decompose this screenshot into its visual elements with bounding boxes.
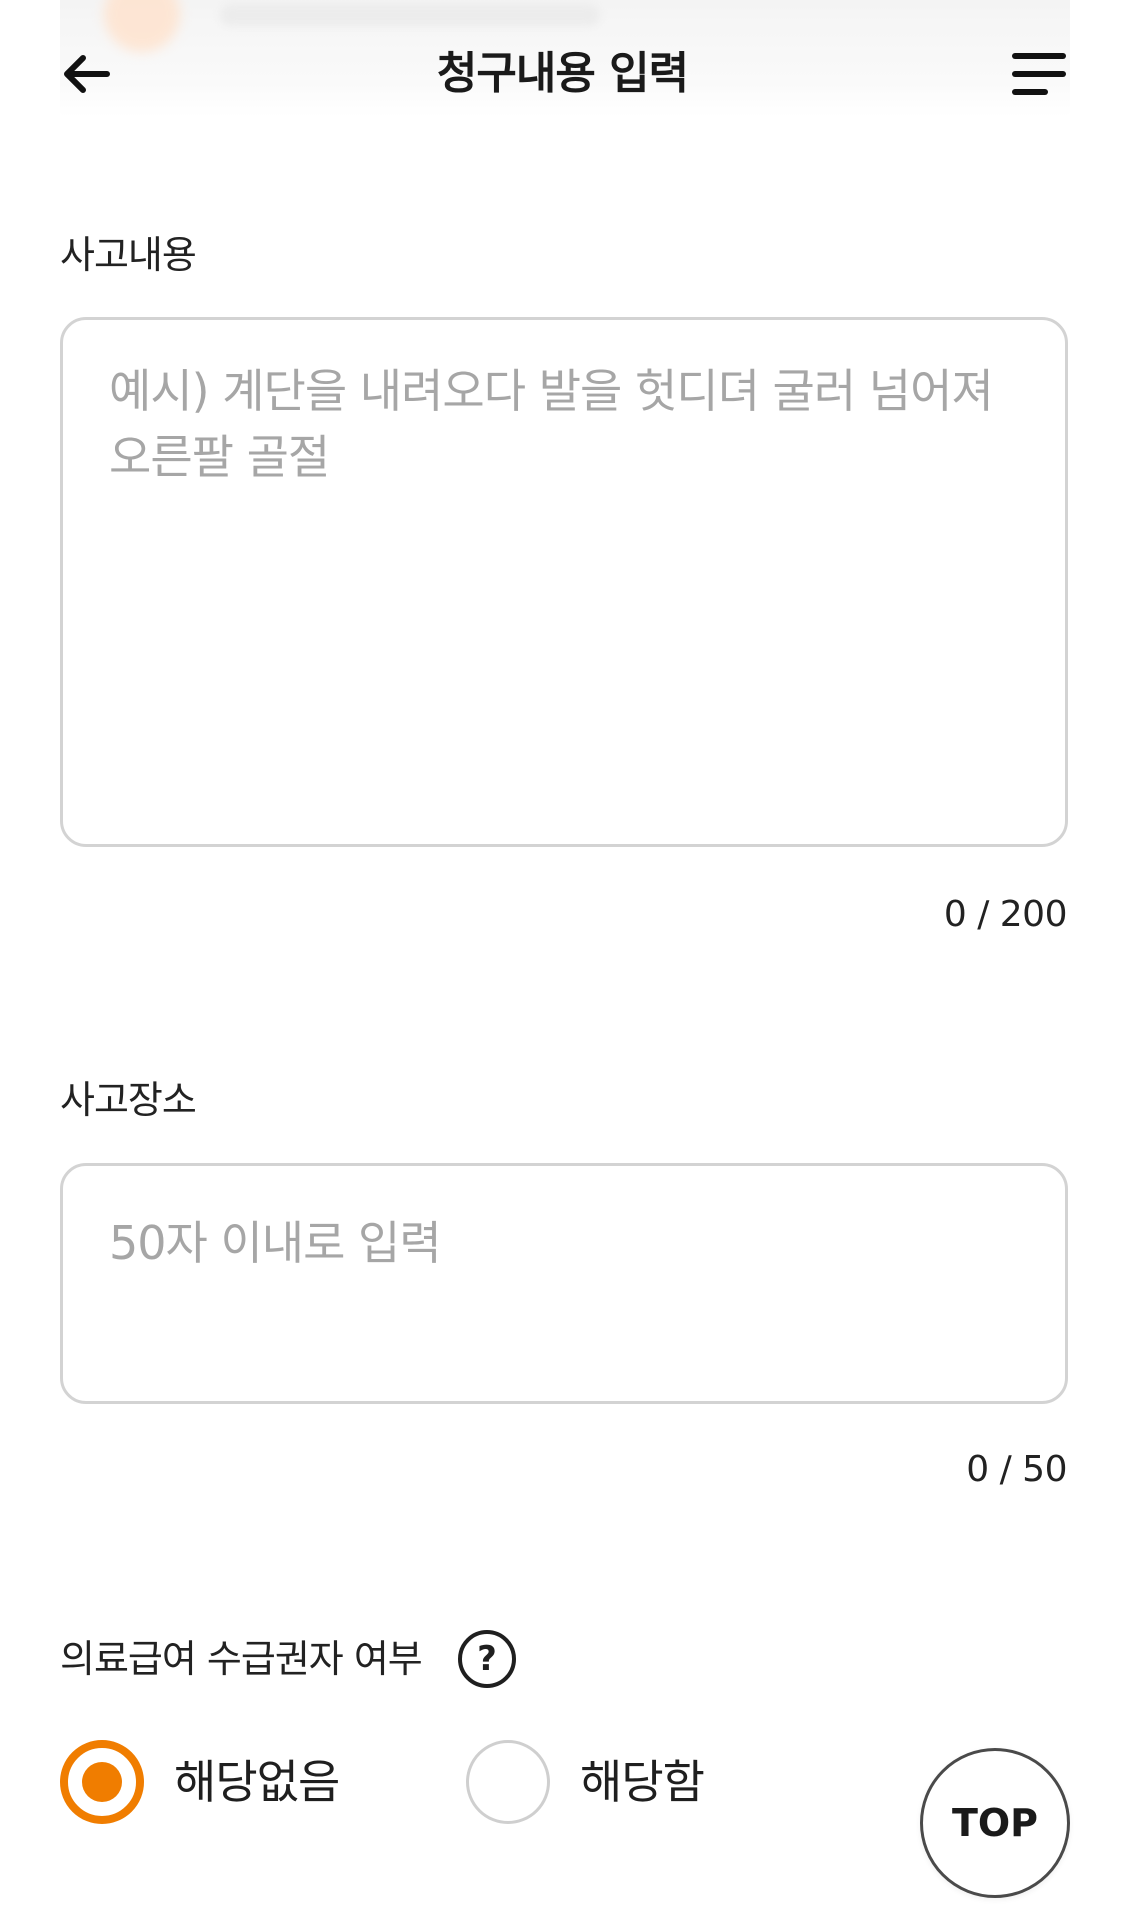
radio-selected-icon[interactable] [60,1740,144,1824]
page-title: 청구내용 입력 [436,48,689,99]
accident-location-input[interactable] [63,1166,1065,1314]
help-question-icon[interactable]: ? [458,1630,516,1688]
medical-aid-label: 의료급여 수급권자 여부 [60,1637,423,1681]
radio-option-applicable[interactable]: 해당함 [466,1740,705,1824]
blurred-content-bar [220,4,600,26]
claim-input-page: 청구내용 입력 사고내용 0 / 200 사고장소 0 / 50 의료급여 수급… [0,0,1125,1911]
radio-label-not-applicable: 해당없음 [174,1755,340,1809]
accident-description-textarea[interactable] [63,320,1065,844]
menu-button[interactable] [1008,44,1070,104]
radio-label-applicable: 해당함 [580,1755,705,1809]
accident-description-label: 사고내용 [60,233,197,277]
accident-location-counter: 0 / 50 [966,1449,1067,1490]
accident-description-counter: 0 / 200 [943,894,1068,935]
accident-description-box [60,317,1068,847]
help-question-glyph: ? [477,1639,497,1679]
radio-option-not-applicable[interactable]: 해당없음 [60,1740,340,1824]
accident-location-box [60,1163,1068,1404]
accident-location-label: 사고장소 [60,1078,197,1122]
scroll-top-button[interactable]: TOP [920,1748,1070,1898]
app-header: 청구내용 입력 [0,0,1125,120]
hamburger-menu-icon [1012,53,1066,95]
radio-unselected-icon[interactable] [466,1740,550,1824]
